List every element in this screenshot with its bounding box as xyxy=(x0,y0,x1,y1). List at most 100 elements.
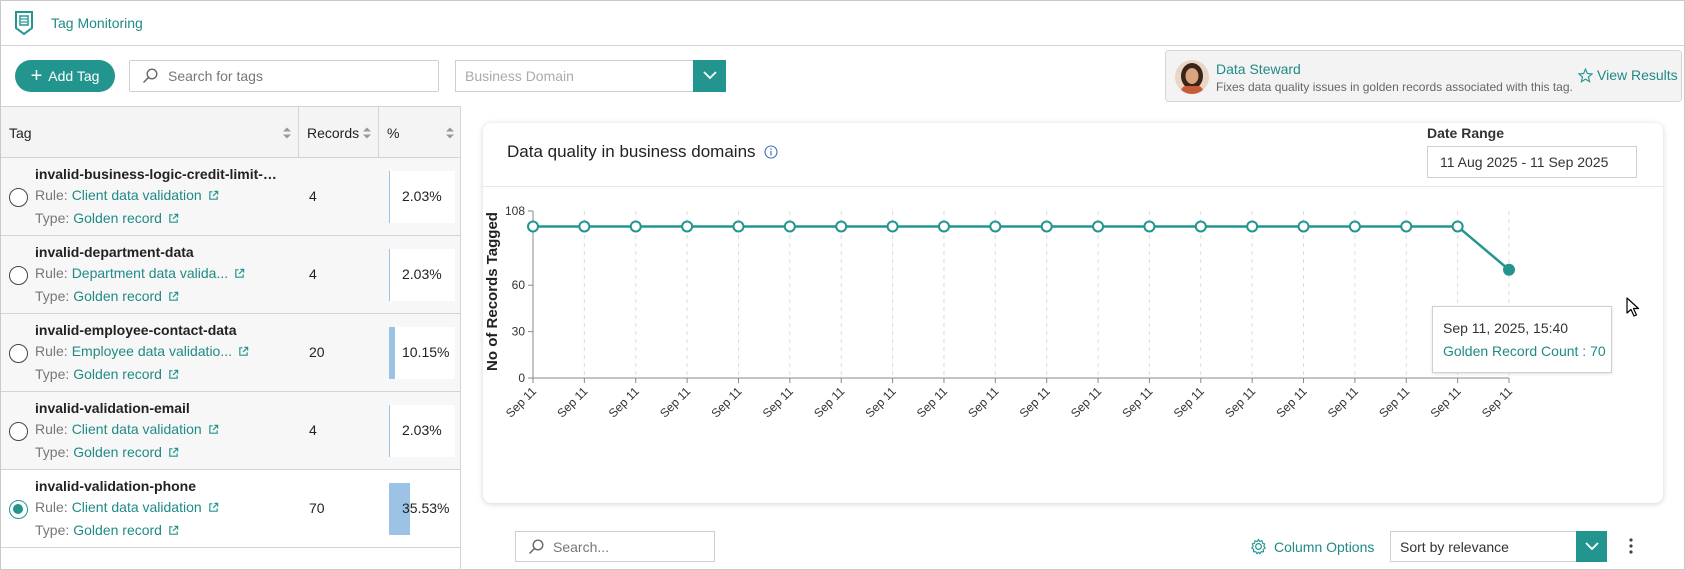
sort-dropdown-button[interactable] xyxy=(1576,530,1607,562)
column-options-button[interactable]: Column Options xyxy=(1250,538,1374,555)
star-icon xyxy=(1578,67,1593,83)
external-link-icon[interactable] xyxy=(168,369,179,380)
rule-link[interactable]: Client data validation xyxy=(72,421,202,437)
data-point xyxy=(1297,220,1310,233)
external-link-icon[interactable] xyxy=(168,291,179,302)
data-point xyxy=(1040,220,1053,233)
data-steward-description: Fixes data quality issues in golden reco… xyxy=(1216,80,1573,94)
sort-icon xyxy=(363,127,371,139)
percent-cell: 2.03% xyxy=(389,249,455,301)
search-icon xyxy=(528,538,544,554)
table-row[interactable]: invalid-business-logic-credit-limit-mis.… xyxy=(1,158,460,236)
type-prefix: Type: xyxy=(35,210,70,226)
percent-bar xyxy=(389,327,395,379)
table-row[interactable]: invalid-validation-email Rule: Client data… xyxy=(1,392,460,470)
column-header-tag[interactable]: Tag xyxy=(1,107,299,158)
column-header-records[interactable]: Records xyxy=(299,107,379,158)
type-link[interactable]: Golden record xyxy=(73,522,162,538)
data-point xyxy=(1246,220,1259,233)
data-point xyxy=(629,220,642,233)
search-icon xyxy=(142,68,158,84)
tag-search-box[interactable] xyxy=(129,60,439,92)
x-tick-label: Sep 11 xyxy=(503,384,539,420)
chevron-down-icon xyxy=(1584,541,1599,550)
external-link-icon[interactable] xyxy=(168,447,179,458)
records-count: 70 xyxy=(309,500,325,516)
data-point xyxy=(1348,220,1361,233)
rule-link[interactable]: Department data valida... xyxy=(72,265,228,281)
card-title: Data quality in business domains xyxy=(507,142,778,162)
gear-icon xyxy=(1251,538,1266,555)
business-domain-dropdown-button[interactable] xyxy=(693,59,726,92)
type-link[interactable]: Golden record xyxy=(73,366,162,382)
external-link-icon[interactable] xyxy=(234,268,245,279)
records-count: 4 xyxy=(309,422,317,438)
type-prefix: Type: xyxy=(35,522,70,538)
percent-value: 10.15% xyxy=(402,344,450,360)
x-tick-label: Sep 11 xyxy=(811,384,847,420)
rule-prefix: Rule: xyxy=(35,265,68,281)
table-row[interactable]: invalid-validation-phone Rule: Client data… xyxy=(1,470,460,548)
series-line xyxy=(533,225,1510,271)
rule-link[interactable]: Client data validation xyxy=(72,499,202,515)
data-point xyxy=(1194,220,1207,233)
business-domain-select[interactable]: Business Domain xyxy=(455,59,726,92)
rule-prefix: Rule: xyxy=(35,499,68,515)
row-select-radio[interactable] xyxy=(9,266,28,285)
external-link-icon[interactable] xyxy=(208,424,219,435)
top-bar: Tag Monitoring xyxy=(1,1,1684,46)
tag-rule: Rule: Client data validation xyxy=(35,421,219,437)
row-select-radio[interactable] xyxy=(9,422,28,441)
column-header-percent-label: % xyxy=(387,124,400,141)
y-tick-label: 0 xyxy=(518,371,525,385)
x-tick-label: Sep 11 xyxy=(606,384,642,420)
data-point xyxy=(783,220,796,233)
info-icon[interactable] xyxy=(763,145,778,159)
data-point xyxy=(1143,220,1156,233)
percent-bar xyxy=(389,405,390,457)
tag-rule: Rule: Client data validation xyxy=(35,499,219,515)
row-select-radio[interactable] xyxy=(9,188,28,207)
add-tag-button[interactable]: + Add Tag xyxy=(15,60,115,92)
sort-icon xyxy=(283,127,291,139)
more-options-button[interactable] xyxy=(1625,533,1637,559)
type-link[interactable]: Golden record xyxy=(73,444,162,460)
type-link[interactable]: Golden record xyxy=(73,288,162,304)
tag-search-input[interactable] xyxy=(168,68,428,84)
external-link-icon[interactable] xyxy=(238,346,249,357)
external-link-icon[interactable] xyxy=(168,213,179,224)
more-vertical-icon xyxy=(1629,538,1633,554)
percent-cell: 10.15% xyxy=(389,327,455,379)
external-link-icon[interactable] xyxy=(208,502,219,513)
x-tick-label: Sep 11 xyxy=(708,384,744,420)
plus-icon: + xyxy=(30,65,43,87)
table-row[interactable]: invalid-department-data Rule: Department d… xyxy=(1,236,460,314)
x-tick-label: Sep 11 xyxy=(1376,384,1412,420)
row-select-radio[interactable] xyxy=(9,344,28,363)
percent-bar xyxy=(389,249,390,301)
view-results-button[interactable]: View Results xyxy=(1578,67,1678,83)
records-count: 4 xyxy=(309,188,317,204)
results-search-box[interactable] xyxy=(515,531,715,562)
x-tick-label: Sep 11 xyxy=(914,384,950,420)
tag-type: Type: Golden record xyxy=(35,210,179,226)
external-link-icon[interactable] xyxy=(208,190,219,201)
tag-name: invalid-validation-email xyxy=(35,400,190,416)
row-select-radio[interactable] xyxy=(9,500,28,519)
date-range-field[interactable]: 11 Aug 2025 - 11 Sep 2025 xyxy=(1427,146,1637,178)
data-point xyxy=(937,220,950,233)
column-header-percent[interactable]: % xyxy=(379,107,461,158)
table-row[interactable]: invalid-employee-contact-data Rule: Employ… xyxy=(1,314,460,392)
type-link[interactable]: Golden record xyxy=(73,210,162,226)
rule-link[interactable]: Client data validation xyxy=(72,187,202,203)
rule-link[interactable]: Employee data validatio... xyxy=(72,343,232,359)
results-search-input[interactable] xyxy=(553,538,703,555)
type-prefix: Type: xyxy=(35,444,70,460)
external-link-icon[interactable] xyxy=(168,525,179,536)
type-prefix: Type: xyxy=(35,288,70,304)
tag-rule: Rule: Employee data validatio... xyxy=(35,343,249,359)
tag-type: Type: Golden record xyxy=(35,444,179,460)
sort-select[interactable]: Sort by relevance xyxy=(1390,530,1607,562)
percent-value: 2.03% xyxy=(402,188,442,204)
tag-type: Type: Golden record xyxy=(35,522,179,538)
